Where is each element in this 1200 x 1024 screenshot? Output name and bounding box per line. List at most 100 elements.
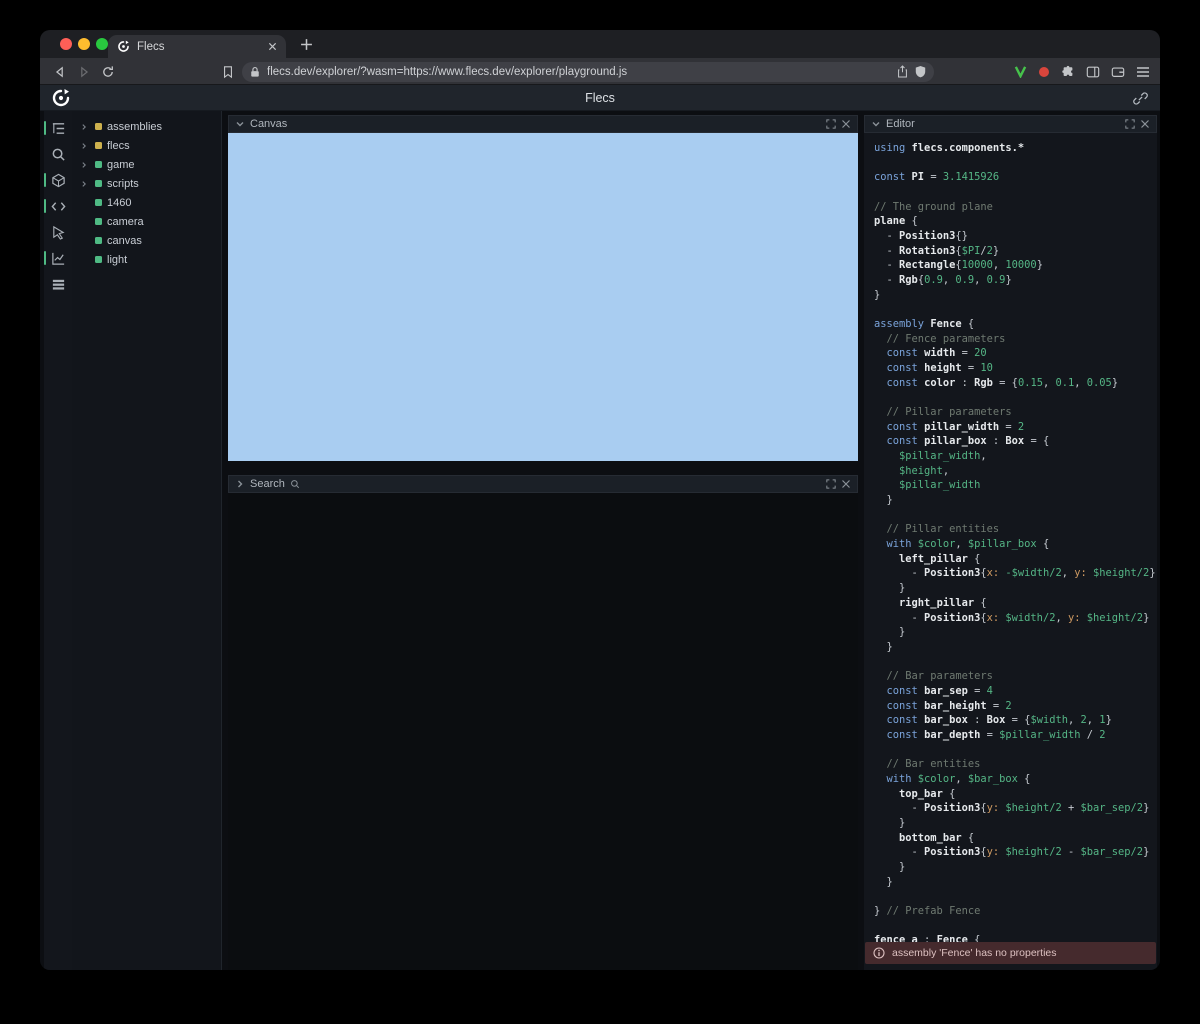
active-indicator [44,121,46,135]
code-line: - Rectangle{10000, 10000} [874,258,1157,273]
wallet-icon[interactable] [1111,65,1125,79]
code-line: const height = 10 [874,361,1157,376]
info-icon [873,947,885,959]
search-icon [51,147,66,162]
canvas-viewport[interactable] [228,133,858,461]
extensions-puzzle-icon[interactable] [1061,65,1075,79]
cube-icon [51,173,66,188]
browser-toolbar: flecs.dev/explorer/?wasm=https://www.fle… [40,58,1160,85]
code-line: - Position3{y: $height/2 - $bar_sep/2} [874,845,1157,860]
expand-arrow-icon[interactable] [80,161,90,169]
tree-item-flecs[interactable]: flecs [72,136,221,155]
address-bar[interactable]: flecs.dev/explorer/?wasm=https://www.fle… [242,62,934,82]
code-line: const PI = 3.1415926 [874,170,1157,185]
entity-color-swatch [95,237,102,244]
tree-item-light[interactable]: light [72,250,221,269]
code-line: bottom_bar { [874,831,1157,846]
search-panel-header[interactable]: Search [228,475,858,493]
canvas-panel-header[interactable]: Canvas [228,115,858,133]
bookmark-icon[interactable] [220,64,236,80]
new-tab-button[interactable] [298,36,314,52]
tree-item-game[interactable]: game [72,155,221,174]
editor-panel-header[interactable]: Editor [864,115,1157,133]
entity-color-swatch [95,199,102,206]
editor-panel: Editor using flecs.components.* const PI… [864,115,1157,970]
search-sidebar-button[interactable] [44,143,72,165]
expand-arrow-icon[interactable] [80,142,90,150]
chevron-down-icon[interactable] [871,119,881,129]
code-icon [51,199,66,214]
tree-item-canvas[interactable]: canvas [72,231,221,250]
active-indicator [44,199,46,213]
fullscreen-icon[interactable] [826,119,836,129]
code-line: const color : Rgb = {0.15, 0.1, 0.05} [874,376,1157,391]
tab-close-icon[interactable] [268,42,277,51]
window-zoom-button[interactable] [96,38,108,50]
code-line: - Position3{y: $height/2 + $bar_sep/2} [874,801,1157,816]
editor-code[interactable]: using flecs.components.* const PI = 3.14… [864,133,1157,970]
close-icon[interactable] [841,479,851,489]
code-line: } [874,640,1157,655]
code-line [874,889,1157,904]
code-line: left_pillar { [874,552,1157,567]
code-line: right_pillar { [874,596,1157,611]
tree-sidebar-button[interactable] [44,117,72,139]
window-close-button[interactable] [60,38,72,50]
editor-error-bar: assembly 'Fence' has no properties [865,942,1156,964]
extension-red-dot-icon[interactable] [1038,66,1050,78]
window-minimize-button[interactable] [78,38,90,50]
close-icon[interactable] [841,119,851,129]
code-line: } // Prefab Fence [874,904,1157,919]
entity-color-swatch [95,123,102,130]
cube-sidebar-button[interactable] [44,169,72,191]
extension-v-icon[interactable] [1014,65,1027,78]
code-line: - Position3{x: $width/2, y: $height/2} [874,611,1157,626]
url-text[interactable]: flecs.dev/explorer/?wasm=https://www.fle… [267,66,890,78]
code-line: // Pillar parameters [874,405,1157,420]
rows-sidebar-button[interactable] [44,273,72,295]
search-icon [290,479,300,489]
code-line: using flecs.components.* [874,141,1157,156]
share-icon[interactable] [897,65,908,78]
code-line: // Fence parameters [874,332,1157,347]
back-button[interactable] [52,64,68,80]
active-indicator [44,251,46,265]
fullscreen-icon[interactable] [826,479,836,489]
sidebar-toggle-icon[interactable] [1086,65,1100,79]
code-line: const bar_box : Box = {$width, 2, 1} [874,713,1157,728]
chevron-right-icon[interactable] [235,479,245,489]
app-header: Flecs [40,85,1160,111]
code-line: with $color, $pillar_box { [874,537,1157,552]
chart-sidebar-button[interactable] [44,247,72,269]
code-sidebar-button[interactable] [44,195,72,217]
cursor-sidebar-button[interactable] [44,221,72,243]
code-line: const width = 20 [874,346,1157,361]
close-icon[interactable] [1140,119,1150,129]
code-line: } [874,860,1157,875]
center-column: Canvas Search [228,115,858,970]
tree-item-scripts[interactable]: scripts [72,174,221,193]
expand-arrow-icon[interactable] [80,123,90,131]
tree-item-1460[interactable]: 1460 [72,193,221,212]
browser-tab[interactable]: Flecs [108,35,286,58]
fullscreen-icon[interactable] [1125,119,1135,129]
tree-item-assemblies[interactable]: assemblies [72,117,221,136]
code-line: with $color, $bar_box { [874,772,1157,787]
icon-sidebar [44,111,72,970]
tab-favicon-flecs-icon [117,40,130,53]
tree-item-camera[interactable]: camera [72,212,221,231]
forward-button[interactable] [76,64,92,80]
menu-hamburger-icon[interactable] [1136,66,1150,78]
code-line [874,655,1157,670]
active-indicator [44,173,46,187]
brave-shield-icon[interactable] [915,65,926,78]
tree-icon [51,121,66,136]
expand-arrow-icon[interactable] [80,180,90,188]
code-line: - Rgb{0.9, 0.9, 0.9} [874,273,1157,288]
reload-button[interactable] [100,64,116,80]
code-line: assembly Fence { [874,317,1157,332]
share-link-icon[interactable] [1132,90,1148,106]
code-line: top_bar { [874,787,1157,802]
active-indicator [44,147,46,161]
chevron-down-icon[interactable] [235,119,245,129]
